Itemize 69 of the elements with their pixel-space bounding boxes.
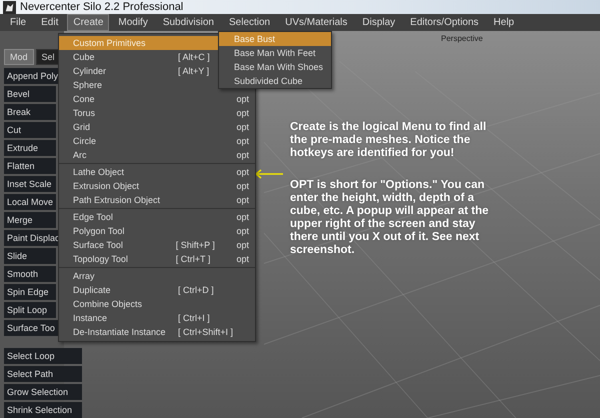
menu-item[interactable]: Cone opt xyxy=(59,92,255,106)
menu-item[interactable]: UVs/Materials xyxy=(279,14,354,31)
options-text[interactable]: opt xyxy=(236,150,249,160)
menu-item[interactable]: Help xyxy=(488,14,520,31)
tool-button[interactable]: Flatten xyxy=(4,158,56,174)
menu-item[interactable]: Subdivision xyxy=(156,14,220,31)
tool-button[interactable]: Slide xyxy=(4,248,56,264)
options-text[interactable]: opt xyxy=(236,167,249,177)
menu-item[interactable]: Subdivided Cube xyxy=(219,74,331,88)
tool-button[interactable]: Break xyxy=(4,104,56,120)
shortcut-text: [ Ctrl+D ] xyxy=(178,285,215,295)
menu-item[interactable]: Display xyxy=(356,14,402,31)
app-icon xyxy=(3,0,16,14)
menu-item[interactable]: Duplicate [ Ctrl+D ] xyxy=(59,283,255,297)
menu-item[interactable]: Combine Objects xyxy=(59,297,255,311)
shortcut-text: [ Ctrl+Shift+I ] xyxy=(178,327,234,337)
shortcut-text: [ Shift+P ] xyxy=(176,240,216,250)
menu-item[interactable]: Circle opt xyxy=(59,134,255,148)
options-text[interactable]: opt xyxy=(236,254,249,264)
options-text[interactable]: opt xyxy=(236,195,249,205)
options-text[interactable]: opt xyxy=(236,136,249,146)
tool-button[interactable]: Select Path xyxy=(4,366,82,382)
menu-item[interactable]: Torus opt xyxy=(59,106,255,120)
options-text[interactable]: opt xyxy=(236,240,249,250)
tool-button[interactable]: Bevel xyxy=(4,86,56,102)
menu-item[interactable]: Array xyxy=(59,269,255,283)
shortcut-text: [ Ctrl+T ] xyxy=(176,254,212,264)
tool-button[interactable]: Local Move xyxy=(4,194,56,210)
tab[interactable]: Mod xyxy=(4,49,34,65)
viewport-label: Perspective xyxy=(441,34,483,43)
tool-button[interactable]: Cut xyxy=(4,122,56,138)
options-text[interactable]: opt xyxy=(236,226,249,236)
options-text[interactable]: opt xyxy=(236,212,249,222)
annotation-text: Create is the logical Menu to find all the pre-made meshes. Notice the hotkeys are identified for you! xyxy=(290,121,488,160)
annotation-text: OPT is short for "Options." You can enter the height, width, depth of a cube, etc. A popup will appear at the upper right of the screen and stay there until you X out of it. See next screenshot. xyxy=(290,179,490,257)
tool-button[interactable]: Extrude xyxy=(4,140,56,156)
menu-item[interactable]: Edge Tool opt xyxy=(59,210,255,224)
tab[interactable]: Sel xyxy=(36,49,61,65)
menu-item[interactable]: Edit xyxy=(35,14,64,31)
options-text[interactable]: opt xyxy=(236,94,249,104)
options-text[interactable]: opt xyxy=(236,181,249,191)
menu-item[interactable]: Topology Tool [ Ctrl+T ] opt xyxy=(59,252,255,266)
tool-button[interactable]: Surface Too xyxy=(4,320,58,336)
options-text[interactable]: opt xyxy=(236,122,249,132)
tool-button[interactable]: Select Loop xyxy=(4,348,82,364)
arrow-icon xyxy=(254,169,284,179)
menu-item[interactable]: De-Instantiate Instance [ Ctrl+Shift+I ] xyxy=(59,325,255,339)
menu-item[interactable]: Arc opt xyxy=(59,148,255,162)
menu-item[interactable]: Base Man With Shoes xyxy=(219,60,331,74)
tool-button[interactable]: Shrink Selection xyxy=(4,402,82,418)
menu-item[interactable]: Instance [ Ctrl+I ] xyxy=(59,311,255,325)
options-text[interactable]: opt xyxy=(236,108,249,118)
tool-button[interactable]: Split Loop xyxy=(4,302,56,318)
menu-item[interactable]: Path Extrusion Object opt xyxy=(59,193,255,207)
window-title: Nevercenter Silo 2.2 Professional xyxy=(20,1,184,13)
shortcut-text: [ Ctrl+I ] xyxy=(178,313,211,323)
tool-button[interactable]: Grow Selection xyxy=(4,384,82,400)
tool-button[interactable]: Spin Edge xyxy=(4,284,56,300)
menu-item[interactable]: Modify xyxy=(112,14,154,31)
menu-item[interactable]: Editors/Options xyxy=(404,14,485,31)
menu-item[interactable]: Grid opt xyxy=(59,120,255,134)
menu-item[interactable]: Selection xyxy=(222,14,276,31)
menu-item[interactable]: Create xyxy=(67,14,110,31)
menu-item[interactable]: Extrusion Object opt xyxy=(59,179,255,193)
tool-button[interactable]: Smooth xyxy=(4,266,56,282)
menu-item[interactable]: Lathe Object opt xyxy=(59,165,255,179)
tool-button[interactable]: Inset Scale xyxy=(4,176,56,192)
menu-item[interactable]: File xyxy=(4,14,32,31)
tool-button[interactable]: Merge xyxy=(4,212,56,228)
